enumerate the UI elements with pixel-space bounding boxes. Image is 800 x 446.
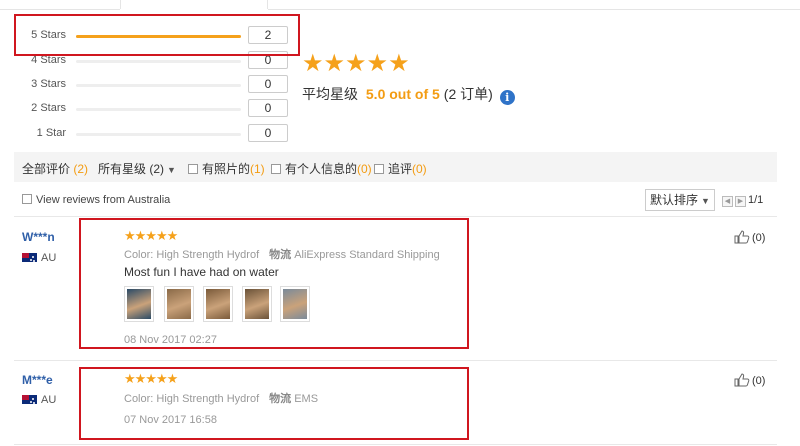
checkbox[interactable] <box>188 164 198 174</box>
divider <box>14 360 777 361</box>
checkbox[interactable] <box>374 164 384 174</box>
filter-followup-label: 追评 <box>388 162 413 176</box>
star-filter-label: 所有星级 (2) <box>98 162 165 176</box>
prev-page-icon[interactable]: ◀ <box>722 196 733 207</box>
filter-followup-count: (0) <box>412 162 427 176</box>
country-code: AU <box>41 252 57 264</box>
average-value: 5.0 out of 5 <box>365 86 440 102</box>
filter-all-label: 全部评价 <box>22 162 71 176</box>
filter-bar: 全部评价 (2) 所有星级 (2) ▼ 有照片的(1) 有个人信息的(0) 追评(… <box>14 152 777 182</box>
rating-label: 2 Stars <box>31 102 66 114</box>
tab-divider <box>0 9 120 10</box>
filter-personal-count: (0) <box>357 162 372 176</box>
chevron-down-icon: ▼ <box>701 196 710 206</box>
rating-label: 3 Stars <box>31 78 66 90</box>
sort-label: 默认排序 <box>650 193 699 207</box>
reviewer-name[interactable]: W***n <box>22 230 55 244</box>
thumbs-up-icon <box>734 373 750 387</box>
rating-bar <box>76 60 241 63</box>
rating-count: 0 <box>248 99 288 117</box>
rating-bar <box>76 108 241 111</box>
page-indicator: 1/1 <box>748 194 764 206</box>
filter-all-count: (2) <box>73 162 89 176</box>
highlight-box <box>14 14 300 56</box>
like-count: (0) <box>752 375 766 387</box>
thumbs-up-icon <box>734 230 750 244</box>
rating-row[interactable]: 1 Star 0 <box>14 124 304 144</box>
rating-bar <box>76 133 241 136</box>
divider <box>14 444 777 445</box>
pagination: ◀ ▶ 1/1 <box>722 194 763 207</box>
like-button[interactable]: (0) <box>734 373 765 387</box>
checkbox[interactable] <box>22 194 32 204</box>
australia-flag-icon <box>22 253 37 262</box>
like-button[interactable]: (0) <box>734 230 765 244</box>
rating-count: 0 <box>248 75 288 93</box>
average-label: 平均星级 <box>302 86 358 102</box>
country-code: AU <box>41 394 57 406</box>
divider <box>14 216 777 217</box>
chevron-down-icon: ▼ <box>167 165 176 175</box>
rating-row[interactable]: 2 Stars 0 <box>14 99 304 119</box>
highlight-box <box>79 367 469 440</box>
country-filter[interactable]: View reviews from Australia <box>22 194 170 206</box>
rating-count: 0 <box>248 124 288 142</box>
australia-flag-icon <box>22 395 37 404</box>
country-filter-label: View reviews from Australia <box>36 194 171 206</box>
highlight-box <box>79 218 469 349</box>
tab-reviews[interactable] <box>120 0 268 9</box>
reviewer-name[interactable]: M***e <box>22 373 53 387</box>
reviewer-country: AU <box>22 252 56 264</box>
order-count: (2 订单) <box>443 86 493 102</box>
filter-with-photos[interactable]: 有照片的(1) <box>188 160 265 177</box>
filter-personal-label: 有个人信息的 <box>285 162 358 176</box>
rating-bar <box>76 84 241 87</box>
filter-followup[interactable]: 追评(0) <box>374 160 427 177</box>
star-filter-dropdown[interactable]: 所有星级 (2) ▼ <box>98 160 176 177</box>
info-icon[interactable]: i <box>499 90 515 105</box>
rating-row[interactable]: 3 Stars 0 <box>14 75 304 95</box>
next-page-icon[interactable]: ▶ <box>735 196 746 207</box>
average-rating: 平均星级 5.0 out of 5 (2 订单) i <box>302 84 515 105</box>
tab-divider <box>268 9 800 10</box>
like-count: (0) <box>752 232 766 244</box>
filter-photos-label: 有照片的 <box>202 162 251 176</box>
filter-photos-count: (1) <box>250 162 265 176</box>
average-stars: ★★★★★ <box>302 50 410 77</box>
filter-personal-info[interactable]: 有个人信息的(0) <box>271 160 372 177</box>
sort-dropdown[interactable]: 默认排序 ▼ <box>645 189 715 211</box>
reviewer-country: AU <box>22 394 56 406</box>
filter-all[interactable]: 全部评价 (2) <box>22 160 88 177</box>
checkbox[interactable] <box>271 164 281 174</box>
rating-label: 1 Star <box>36 127 66 139</box>
